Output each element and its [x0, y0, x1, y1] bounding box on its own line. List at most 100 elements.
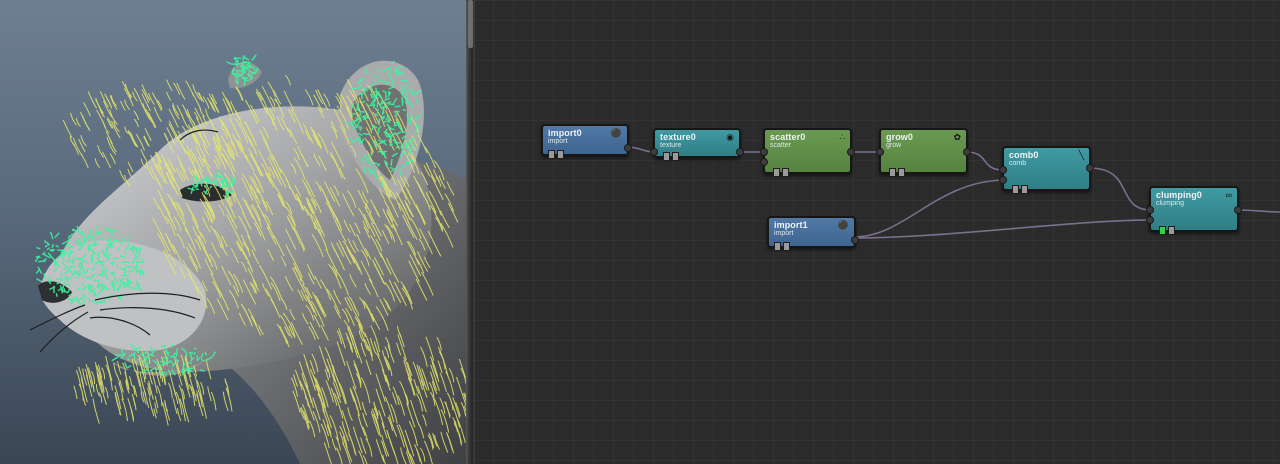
hair-strand [235, 87, 243, 101]
wire-clumping0-out[interactable] [1236, 209, 1280, 213]
node-toggle-button[interactable] [782, 168, 789, 177]
hair-strand [168, 123, 178, 142]
guide-strand [79, 257, 81, 262]
guide-strand [224, 189, 228, 198]
guide-strand [44, 240, 47, 244]
node-toggle-button[interactable] [548, 150, 555, 159]
guide-strand [53, 258, 56, 265]
3d-viewport[interactable] [0, 0, 466, 464]
guide-strand [46, 247, 51, 251]
node-title: import1 [774, 220, 808, 230]
node-type: scatter [770, 142, 792, 149]
wire-grow0-comb0[interactable] [965, 151, 1004, 171]
panel-splitter[interactable] [466, 0, 475, 464]
wire-comb0-clumping0[interactable] [1088, 167, 1152, 211]
input-port[interactable] [760, 158, 768, 166]
node-texture0[interactable]: texture0 texture ◉ [650, 128, 744, 161]
node-clumping0[interactable]: clumping0 clumping ∞ [1146, 186, 1242, 235]
node-toggle-button[interactable] [557, 150, 564, 159]
output-port[interactable] [1086, 164, 1094, 172]
input-port[interactable] [1146, 206, 1154, 214]
hair-strand [124, 99, 130, 111]
hair-strand [145, 108, 156, 128]
node-comb0[interactable]: comb0 comb ╲ [999, 146, 1094, 194]
node-import1[interactable]: import1 import ⚫ [767, 216, 859, 251]
wire-import1-comb0[interactable] [853, 179, 1004, 238]
guide-strand [242, 63, 245, 68]
output-port[interactable] [847, 148, 855, 156]
hair-strand [127, 398, 135, 422]
hair-strand [177, 408, 182, 422]
node-grow0[interactable]: grow0 grow ✿ [876, 128, 971, 177]
guide-strand [251, 54, 257, 62]
node-toggle-button[interactable] [773, 168, 780, 177]
node-scatter0[interactable]: scatter0 scatter ∴ [760, 128, 855, 177]
node-toggle-button[interactable] [672, 152, 679, 161]
hair-strand [94, 158, 101, 168]
output-port[interactable] [736, 148, 744, 156]
node-toggle-button[interactable] [774, 242, 781, 251]
hair-strand [73, 385, 78, 400]
hair-strand [120, 100, 126, 111]
node-import0[interactable]: import0 import ⚫ [541, 124, 632, 159]
hair-strand [128, 375, 133, 386]
output-port[interactable] [963, 148, 971, 156]
guide-strand [359, 78, 365, 81]
viewport-render [29, 54, 466, 464]
output-port[interactable] [624, 144, 632, 152]
node-enabled-toggle[interactable] [1159, 226, 1166, 235]
input-port[interactable] [650, 148, 658, 156]
guide-strand [193, 347, 197, 350]
hair-strand [267, 81, 276, 98]
hair-strand [102, 151, 112, 169]
guide-strand [193, 351, 196, 356]
guide-strand [63, 288, 66, 293]
guide-strand [55, 293, 58, 297]
hair-strand [70, 112, 77, 126]
node-title: texture0 [660, 132, 696, 142]
node-toggle-button[interactable] [1012, 185, 1019, 194]
input-port[interactable] [999, 176, 1007, 184]
guide-strand [142, 368, 149, 371]
guide-strand [240, 70, 243, 78]
guide-strand [82, 298, 85, 303]
guide-strand [103, 284, 105, 290]
hair-strand [133, 87, 142, 102]
guide-strand [388, 143, 393, 146]
output-port[interactable] [851, 236, 859, 244]
guide-strand [381, 150, 387, 153]
guide-strand [35, 256, 41, 259]
sprout-icon: ✿ [953, 132, 961, 142]
guide-strand [226, 61, 233, 66]
guide-strand [388, 116, 391, 123]
node-toggle-button[interactable] [1021, 185, 1028, 194]
hair-strand [222, 391, 229, 412]
node-toggle-button[interactable] [663, 152, 670, 161]
guide-strand [400, 155, 403, 160]
guide-strand [160, 345, 166, 347]
splitter-handle[interactable] [468, 0, 473, 48]
input-port[interactable] [876, 148, 884, 156]
guide-strand [81, 230, 84, 236]
guide-strand [231, 69, 234, 75]
hair-strand [121, 398, 128, 422]
node-title: clumping0 [1156, 190, 1202, 200]
hair-strand [284, 74, 291, 86]
input-port[interactable] [760, 148, 768, 156]
input-port[interactable] [1146, 216, 1154, 224]
node-toggle-button[interactable] [783, 242, 790, 251]
node-toggle-button[interactable] [898, 168, 905, 177]
hair-strand [166, 79, 173, 91]
dots-icon: ∴ [839, 132, 845, 142]
guide-strand [116, 264, 119, 270]
hair-strand [102, 100, 113, 118]
hair-strand [151, 92, 162, 112]
output-port[interactable] [1234, 206, 1242, 214]
node-graph-editor[interactable]: import0 import ⚫ texture0 texture ◉ scat… [475, 0, 1280, 464]
guide-strand [127, 265, 132, 268]
node-type: comb [1009, 160, 1027, 167]
node-toggle-button[interactable] [889, 168, 896, 177]
input-port[interactable] [999, 166, 1007, 174]
guide-strand [200, 182, 203, 187]
node-toggle-button[interactable] [1168, 226, 1175, 235]
